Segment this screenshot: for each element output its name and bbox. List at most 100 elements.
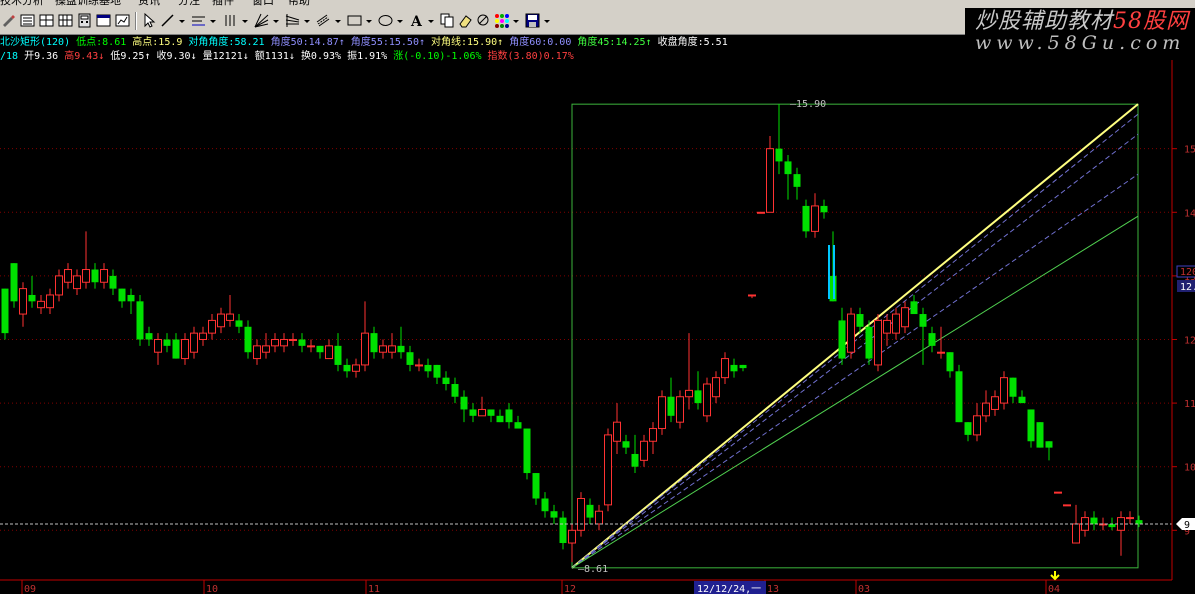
candle[interactable] [784, 155, 792, 200]
candle[interactable] [325, 339, 333, 360]
candle[interactable] [766, 135, 774, 213]
candle[interactable] [208, 314, 216, 340]
candle[interactable] [73, 269, 81, 295]
candle[interactable] [712, 371, 720, 404]
candle[interactable] [190, 326, 198, 359]
candle[interactable] [640, 434, 648, 467]
candle[interactable] [379, 339, 387, 359]
candle[interactable] [271, 333, 279, 353]
candle[interactable] [217, 307, 225, 334]
candle[interactable] [226, 294, 234, 327]
candle[interactable] [145, 326, 153, 346]
candle[interactable] [541, 492, 549, 518]
candle[interactable] [289, 333, 297, 346]
candle[interactable] [433, 364, 441, 385]
candle[interactable] [100, 263, 108, 289]
candle[interactable] [937, 326, 945, 359]
candle[interactable] [262, 333, 270, 359]
candle[interactable] [721, 352, 729, 385]
candle[interactable] [316, 345, 324, 359]
candle[interactable] [865, 320, 873, 365]
candle[interactable] [631, 434, 639, 474]
candlestick-chart[interactable]: —15.90—8.61 151413121110912012.909101112… [0, 0, 1195, 594]
candle[interactable] [703, 377, 711, 423]
candle[interactable] [514, 415, 522, 429]
candle[interactable] [523, 428, 531, 480]
candle[interactable] [838, 307, 846, 365]
event-marker-icon[interactable] [1050, 571, 1060, 581]
candle[interactable] [775, 104, 783, 175]
candle[interactable] [298, 333, 306, 353]
candle[interactable] [1054, 491, 1062, 494]
candle[interactable] [892, 307, 900, 340]
candle[interactable] [496, 409, 504, 423]
candle[interactable] [613, 403, 621, 454]
candle[interactable] [64, 263, 72, 289]
candle[interactable] [964, 422, 972, 442]
candle[interactable] [370, 326, 378, 359]
candle[interactable] [109, 269, 117, 295]
candle[interactable] [595, 504, 603, 531]
candle[interactable] [1027, 409, 1035, 448]
candle[interactable] [982, 390, 990, 423]
candle[interactable] [19, 282, 27, 327]
candle[interactable] [730, 358, 738, 378]
candle[interactable] [658, 390, 666, 435]
candle[interactable] [127, 288, 135, 315]
candle[interactable] [442, 371, 450, 391]
candle[interactable] [622, 434, 630, 454]
candle[interactable] [406, 345, 414, 372]
candle[interactable] [136, 294, 144, 346]
candle[interactable] [919, 307, 927, 365]
candle[interactable] [253, 339, 261, 365]
candle[interactable] [973, 403, 981, 442]
candle[interactable] [874, 314, 882, 372]
candle[interactable] [802, 199, 810, 238]
candle[interactable] [1045, 441, 1053, 461]
candle[interactable] [28, 275, 36, 308]
candle[interactable] [883, 314, 891, 346]
candle[interactable] [307, 339, 315, 353]
candle[interactable] [694, 371, 702, 410]
candle[interactable] [199, 326, 207, 346]
candle[interactable] [748, 294, 756, 299]
candle[interactable] [1018, 390, 1026, 404]
candle[interactable] [46, 288, 54, 315]
candle[interactable] [343, 358, 351, 378]
candle[interactable] [478, 396, 486, 417]
candle[interactable] [415, 358, 423, 372]
candle[interactable] [604, 428, 612, 512]
candle[interactable] [685, 333, 693, 410]
candle[interactable] [568, 523, 576, 563]
candle[interactable] [388, 333, 396, 359]
candle[interactable] [244, 320, 252, 359]
candle[interactable] [397, 326, 405, 359]
candle[interactable] [739, 364, 747, 372]
candle[interactable] [901, 301, 909, 334]
candle[interactable] [559, 511, 567, 550]
candle[interactable] [334, 333, 342, 372]
candle[interactable] [181, 333, 189, 365]
candle[interactable] [1000, 371, 1008, 410]
candle[interactable] [91, 263, 99, 289]
candle[interactable] [946, 352, 954, 378]
candle[interactable] [550, 504, 558, 524]
candle[interactable] [505, 403, 513, 429]
candle[interactable] [928, 326, 936, 353]
candle[interactable] [757, 211, 765, 214]
candle[interactable] [460, 390, 468, 423]
candle[interactable] [667, 377, 675, 423]
candle[interactable] [352, 358, 360, 378]
candle[interactable] [1036, 422, 1044, 448]
candle[interactable] [1090, 511, 1098, 531]
candle[interactable] [55, 269, 63, 302]
candle[interactable] [586, 498, 594, 524]
candle[interactable] [811, 193, 819, 238]
candle[interactable] [118, 288, 126, 308]
candle[interactable] [820, 199, 828, 219]
candle[interactable] [1117, 511, 1125, 556]
candle[interactable] [649, 422, 657, 454]
candle[interactable] [154, 333, 162, 365]
candle[interactable] [469, 403, 477, 423]
candle[interactable] [793, 167, 801, 200]
